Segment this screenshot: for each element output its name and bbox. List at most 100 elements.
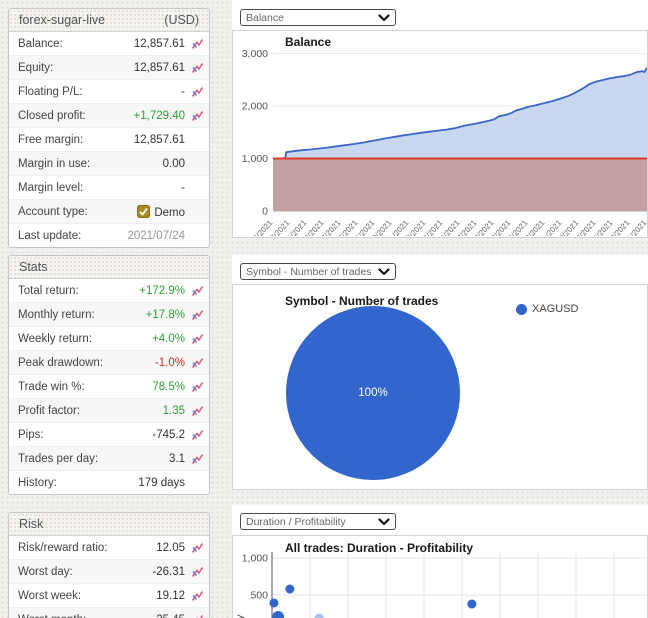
pie-slice-xagusd: 100% xyxy=(286,306,460,480)
row-value-text: +4.0% xyxy=(152,332,185,345)
row-label: Equity: xyxy=(18,61,54,74)
row-label: Risk/reward ratio: xyxy=(18,541,108,554)
row-value: 179 days xyxy=(138,477,185,489)
row-value: +1,729.40 xyxy=(134,110,185,122)
row-label: Pips: xyxy=(18,428,44,441)
legend-label: XAGUSD xyxy=(532,303,579,315)
row-label: Worst week: xyxy=(18,589,82,602)
account-currency: (USD) xyxy=(164,13,199,27)
chart-select-balance-label: Balance xyxy=(246,11,284,24)
panel-stats-header: Stats xyxy=(9,256,209,279)
chart-icon[interactable] xyxy=(188,110,204,122)
table-row: Peak drawdown: -1.0% xyxy=(9,350,209,374)
row-value-text: -1.0% xyxy=(154,356,185,369)
chart-icon[interactable] xyxy=(188,381,204,393)
pie-percent-label: 100% xyxy=(358,387,388,399)
panel-risk-header: Risk xyxy=(9,513,209,536)
row-value-text: 19.12 xyxy=(156,589,185,602)
row-value: 3.1 xyxy=(169,453,185,465)
chart-icon[interactable] xyxy=(188,333,204,345)
row-value: 2021/07/24 xyxy=(127,230,185,242)
svg-text:0: 0 xyxy=(262,206,268,218)
row-value: 12,857.61 xyxy=(134,134,185,146)
row-value: +172.9% xyxy=(139,285,185,297)
row-value-text: 78.5% xyxy=(152,380,185,393)
table-row: Trades per day: 3.1 xyxy=(9,446,209,470)
panel-stats-rows: Total return: +172.9% Monthly return: +17.8… xyxy=(9,279,209,494)
chevron-down-icon xyxy=(378,517,390,526)
table-row: Free margin: 12,857.61 xyxy=(9,127,209,151)
row-label: Floating P/L: xyxy=(18,85,83,98)
table-row: Profit factor: 1.35 xyxy=(9,398,209,422)
chart-icon[interactable] xyxy=(188,453,204,465)
row-label: Peak drawdown: xyxy=(18,356,104,369)
row-label: Margin in use: xyxy=(18,157,91,170)
balance-area-chart: 01,0002,0003,0001/26/20212/3/20212/11/20… xyxy=(242,48,647,236)
risk-title: Risk xyxy=(19,517,44,531)
row-value-text: 1.35 xyxy=(162,404,185,417)
row-value: +4.0% xyxy=(152,333,185,345)
row-value-text: - xyxy=(181,85,185,98)
chart-select-balance[interactable]: Balance xyxy=(240,9,396,26)
chart-icon[interactable] xyxy=(188,429,204,441)
chart-select-symbol-label: Symbol - Number of trades xyxy=(246,265,372,278)
svg-text:1,000: 1,000 xyxy=(242,553,268,565)
row-value-text: 3.1 xyxy=(169,452,185,465)
table-row: Trade win %: 78.5% xyxy=(9,374,209,398)
table-row: Margin in use: 0.00 xyxy=(9,151,209,175)
row-value-text: 12,857.61 xyxy=(133,61,185,74)
table-row: Total return: +172.9% xyxy=(9,279,209,302)
chart-icon[interactable] xyxy=(188,405,204,417)
chart-icon[interactable] xyxy=(188,309,204,321)
row-value-text: +172.9% xyxy=(139,284,185,297)
svg-text:2,000: 2,000 xyxy=(242,101,268,113)
chart-icon[interactable] xyxy=(188,566,204,578)
row-value-text: - xyxy=(181,181,185,194)
chevron-down-icon xyxy=(378,13,390,22)
panel-account-rows: Balance: 12,857.61 Equity: 12,857.61 Floatin… xyxy=(9,32,209,247)
chart-select-symbol[interactable]: Symbol - Number of trades xyxy=(240,263,396,280)
chart-icon[interactable] xyxy=(188,590,204,602)
chart-icon[interactable] xyxy=(188,62,204,74)
svg-text:500: 500 xyxy=(250,590,268,602)
table-row: Account type: Demo xyxy=(9,199,209,223)
chart-icon[interactable] xyxy=(188,86,204,98)
pie-legend-item-xagusd[interactable]: XAGUSD xyxy=(516,303,578,315)
row-value-text: 12.05 xyxy=(156,541,185,554)
row-label: Last update: xyxy=(18,229,82,242)
row-label: Worst day: xyxy=(18,565,73,578)
chart-icon[interactable] xyxy=(188,542,204,554)
account-name: forex-sugar-live xyxy=(19,13,106,27)
table-row: Worst day: -26.31 xyxy=(9,559,209,583)
stats-title: Stats xyxy=(19,260,48,274)
chart-icon[interactable] xyxy=(188,357,204,369)
row-value-text: -26.31 xyxy=(152,565,185,578)
row-value-text: Demo xyxy=(154,206,185,219)
balance-chart-box: Balance 0 1,000 2,000 3,000 1/26/2021 2/3/202… xyxy=(232,30,648,238)
checkbox-checked-icon xyxy=(137,204,151,218)
row-value-text: 25.45 xyxy=(156,614,185,618)
chart-icon[interactable] xyxy=(188,614,204,618)
balance-chart-title: Balance xyxy=(285,35,332,49)
row-value: 12,857.61 xyxy=(134,38,185,50)
row-value-text: -745.2 xyxy=(152,428,185,441)
row-value: -1.0% xyxy=(155,357,185,369)
chart-icon[interactable] xyxy=(188,38,204,50)
row-value: 0.00 xyxy=(163,158,185,170)
row-label: Monthly return: xyxy=(18,308,95,321)
panel-account-header: forex-sugar-live (USD) xyxy=(9,9,209,32)
table-row: Risk/reward ratio: 12.05 xyxy=(9,536,209,559)
row-label: Trade win %: xyxy=(18,380,85,393)
table-row: Margin level: - xyxy=(9,175,209,199)
row-value-text: 0.00 xyxy=(162,157,185,170)
chart-select-duration[interactable]: Duration / Profitability xyxy=(240,513,396,530)
row-label: History: xyxy=(18,476,57,489)
row-value-text: 12,857.61 xyxy=(133,133,185,146)
row-value: 78.5% xyxy=(152,381,185,393)
panel-risk: Risk Risk/reward ratio: 12.05 Worst day: -2… xyxy=(8,512,210,618)
chart-icon[interactable] xyxy=(188,285,204,297)
chevron-down-icon xyxy=(378,267,390,276)
scatter-chart-title: All trades: Duration - Profitability xyxy=(285,541,474,555)
row-value: 12,857.61 xyxy=(134,62,185,74)
row-label: Worst month: xyxy=(18,614,156,618)
